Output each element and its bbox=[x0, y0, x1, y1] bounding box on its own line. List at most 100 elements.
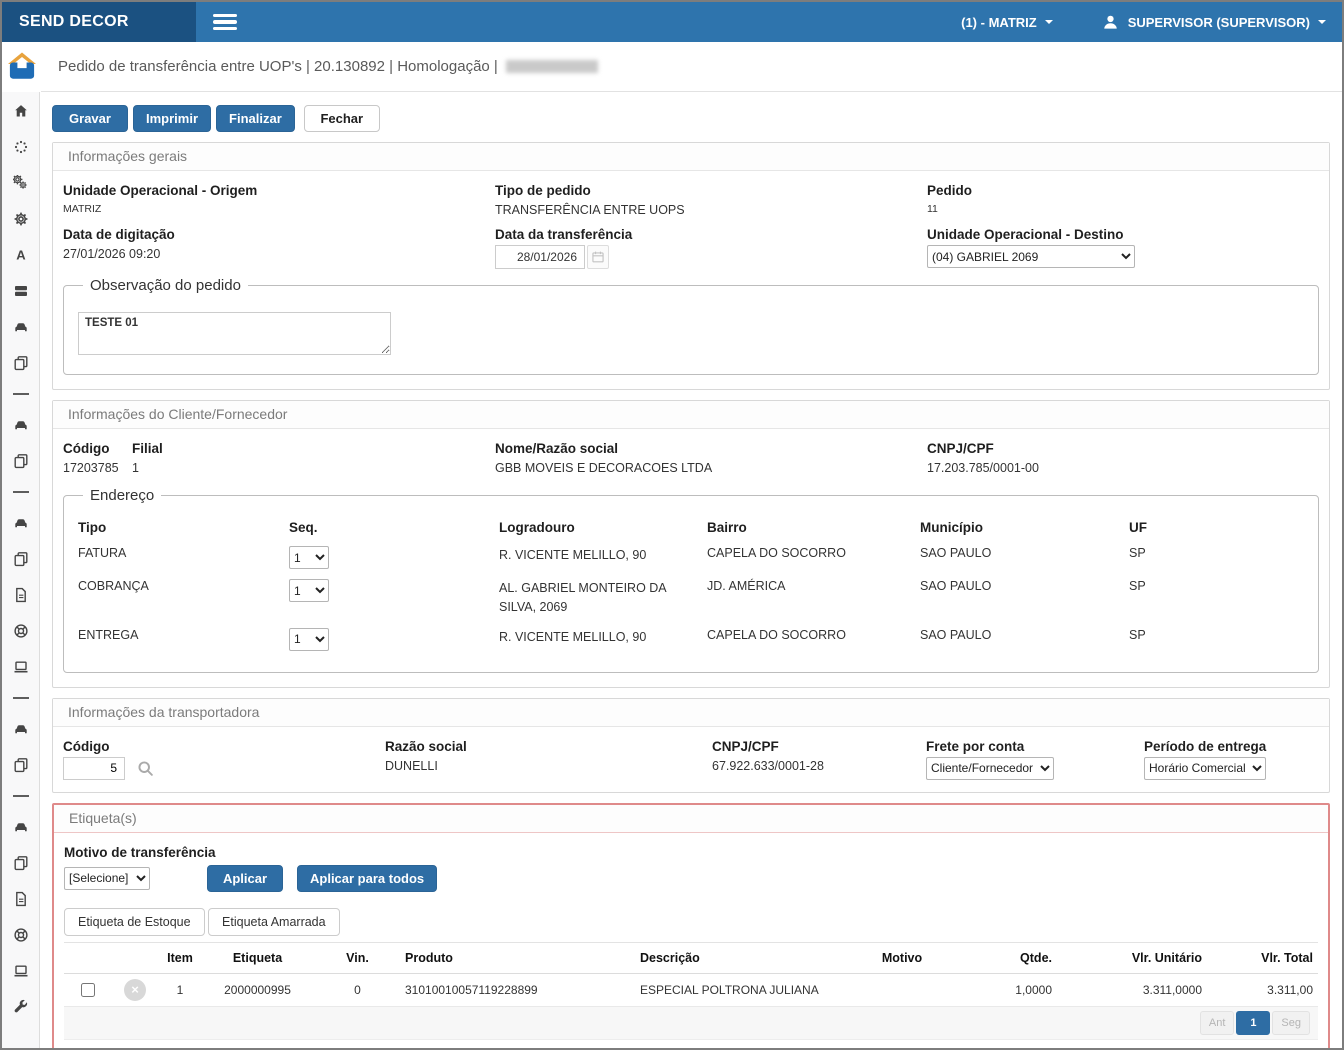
transportadora-codigo-input[interactable] bbox=[63, 757, 125, 780]
label-origem: Unidade Operacional - Origem bbox=[63, 177, 495, 201]
addr-logradouro: R. VICENTE MELILLO, 90 bbox=[499, 628, 646, 647]
sidebar-icon-car[interactable] bbox=[2, 809, 39, 845]
sidebar-icon-file[interactable] bbox=[2, 577, 39, 613]
branch-selector[interactable]: (1) - MATRIZ bbox=[961, 15, 1053, 30]
label-frete: Frete por conta bbox=[926, 733, 1144, 757]
sidebar-icon-lifebuoy[interactable] bbox=[2, 917, 39, 953]
car-icon bbox=[13, 515, 29, 531]
sidebar-icon-font[interactable] bbox=[2, 237, 39, 273]
brand-logo-text: SEND DECOR bbox=[2, 2, 196, 42]
search-icon[interactable] bbox=[137, 760, 154, 777]
sidebar-divider bbox=[2, 381, 39, 407]
value-origem: MATRIZ bbox=[63, 201, 495, 219]
row-delete-button[interactable]: × bbox=[124, 979, 146, 1001]
panel-title: Etiqueta(s) bbox=[54, 805, 1328, 833]
sidebar-icon-car[interactable] bbox=[2, 407, 39, 443]
addr-uf: SP bbox=[1129, 625, 1304, 658]
addr-seq-select[interactable]: 1 bbox=[289, 579, 329, 602]
sidebar-icon-copy[interactable] bbox=[2, 747, 39, 783]
col-etiqueta: Etiqueta bbox=[200, 942, 315, 973]
label-codigo: Código bbox=[63, 435, 132, 459]
col-produto: Produto bbox=[400, 942, 635, 973]
data-transferencia-input[interactable] bbox=[495, 245, 585, 269]
chevron-down-icon bbox=[1318, 20, 1326, 24]
cell-vlr-unitario: 3.311,0000 bbox=[1057, 973, 1207, 1006]
observacao-textarea[interactable]: TESTE 01 bbox=[78, 312, 391, 355]
sidebar-icon-copy[interactable] bbox=[2, 541, 39, 577]
addr-seq-select[interactable]: 1 bbox=[289, 546, 329, 569]
cell-descricao: ESPECIAL POLTRONA JULIANA bbox=[635, 973, 847, 1006]
tab-etiqueta-de-estoque[interactable]: Etiqueta de Estoque bbox=[64, 908, 205, 936]
cell-item: 1 bbox=[160, 973, 200, 1006]
col-vlr-total: Vlr. Total bbox=[1207, 942, 1318, 973]
sidebar-divider bbox=[2, 783, 39, 809]
top-bar: SEND DECOR (1) - MATRIZ SUPERVISOR (SUPE… bbox=[2, 2, 1342, 42]
aplicar-button[interactable]: Aplicar bbox=[207, 865, 283, 892]
sidebar-icon-spinner[interactable] bbox=[2, 129, 39, 165]
sidebar-icon-copy[interactable] bbox=[2, 345, 39, 381]
pagination-prev-button[interactable]: Ant bbox=[1200, 1011, 1235, 1035]
fechar-button[interactable]: Fechar bbox=[304, 105, 380, 132]
addr-tipo: ENTREGA bbox=[78, 625, 289, 658]
value-transp-cnpj: 67.922.633/0001-28 bbox=[712, 757, 926, 777]
cogs-icon bbox=[13, 175, 29, 191]
laptop-icon bbox=[13, 659, 29, 675]
imprimir-button[interactable]: Imprimir bbox=[133, 105, 211, 132]
cell-vin: 0 bbox=[315, 973, 400, 1006]
addr-seq-select[interactable]: 1 bbox=[289, 628, 329, 651]
destino-select[interactable]: (04) GABRIEL 2069 bbox=[927, 245, 1135, 268]
sidebar-icon-car[interactable] bbox=[2, 505, 39, 541]
label-periodo: Período de entrega bbox=[1144, 733, 1319, 757]
file-icon bbox=[13, 587, 29, 603]
sidebar-icon-laptop[interactable] bbox=[2, 649, 39, 685]
label-razao-social: Razão social bbox=[385, 733, 712, 757]
col-descricao: Descrição bbox=[635, 942, 847, 973]
row-checkbox[interactable] bbox=[81, 983, 95, 997]
aplicar-para-todos-button[interactable]: Aplicar para todos bbox=[297, 865, 437, 892]
col-select-header bbox=[64, 942, 110, 973]
panel-transportadora: Informações da transportadora Código R bbox=[52, 698, 1330, 793]
pagination-page-1-button[interactable]: 1 bbox=[1236, 1011, 1270, 1035]
cell-vlr-total: 3.311,00 bbox=[1207, 973, 1318, 1006]
sidebar-icon-car[interactable] bbox=[2, 309, 39, 345]
sidebar-icon-cogs[interactable] bbox=[2, 165, 39, 201]
sidebar-icon-file[interactable] bbox=[2, 881, 39, 917]
panel-cliente-fornecedor: Informações do Cliente/Fornecedor Código… bbox=[52, 400, 1330, 688]
car-icon bbox=[13, 319, 29, 335]
pagination-next-button[interactable]: Seg bbox=[1272, 1011, 1310, 1035]
car-icon bbox=[13, 819, 29, 835]
addr-logradouro: AL. GABRIEL MONTEIRO DA SILVA, 2069 bbox=[499, 579, 671, 618]
lifebuoy-icon bbox=[13, 623, 29, 639]
sidebar-icon-lifebuoy[interactable] bbox=[2, 613, 39, 649]
user-menu[interactable]: SUPERVISOR (SUPERVISOR) bbox=[1101, 13, 1326, 32]
menu-toggle-button[interactable] bbox=[209, 10, 241, 35]
sidebar-icon-laptop[interactable] bbox=[2, 953, 39, 989]
sidebar-icon-copy[interactable] bbox=[2, 845, 39, 881]
finalizar-button[interactable]: Finalizar bbox=[216, 105, 295, 132]
calendar-icon[interactable] bbox=[587, 245, 609, 269]
gravar-button[interactable]: Gravar bbox=[52, 105, 128, 132]
label-pedido: Pedido bbox=[927, 177, 1319, 201]
addr-header-bairro: Bairro bbox=[707, 516, 920, 543]
laptop-icon bbox=[13, 963, 29, 979]
periodo-select[interactable]: Horário Comercial bbox=[1144, 757, 1266, 780]
tab-etiqueta-amarrada[interactable]: Etiqueta Amarrada bbox=[208, 908, 340, 936]
panel-informacoes-gerais: Informações gerais Unidade Operacional -… bbox=[52, 142, 1330, 390]
endereco-legend: Endereço bbox=[83, 487, 161, 504]
frete-select[interactable]: Cliente/Fornecedor bbox=[926, 757, 1054, 780]
label-transp-codigo: Código bbox=[63, 733, 385, 757]
addr-header-municipio: Município bbox=[920, 516, 1129, 543]
car-icon bbox=[13, 721, 29, 737]
fieldset-endereco: Endereço Tipo Seq. Logradouro Bairro Mun… bbox=[63, 487, 1319, 673]
sidebar-icon-car[interactable] bbox=[2, 711, 39, 747]
sidebar-icon-wrench[interactable] bbox=[2, 989, 39, 1025]
sidebar-icon-copy[interactable] bbox=[2, 443, 39, 479]
breadcrumb-text: Pedido de transferência entre UOP's | 20… bbox=[58, 58, 498, 75]
sidebar-icon-home[interactable] bbox=[2, 93, 39, 129]
breadcrumb: Pedido de transferência entre UOP's | 20… bbox=[41, 42, 1342, 92]
motivo-select[interactable]: [Selecione] bbox=[64, 867, 150, 890]
sidebar-icon-gear[interactable] bbox=[2, 201, 39, 237]
sidebar-divider bbox=[2, 685, 39, 711]
cell-motivo bbox=[847, 973, 957, 1006]
sidebar-icon-server[interactable] bbox=[2, 273, 39, 309]
